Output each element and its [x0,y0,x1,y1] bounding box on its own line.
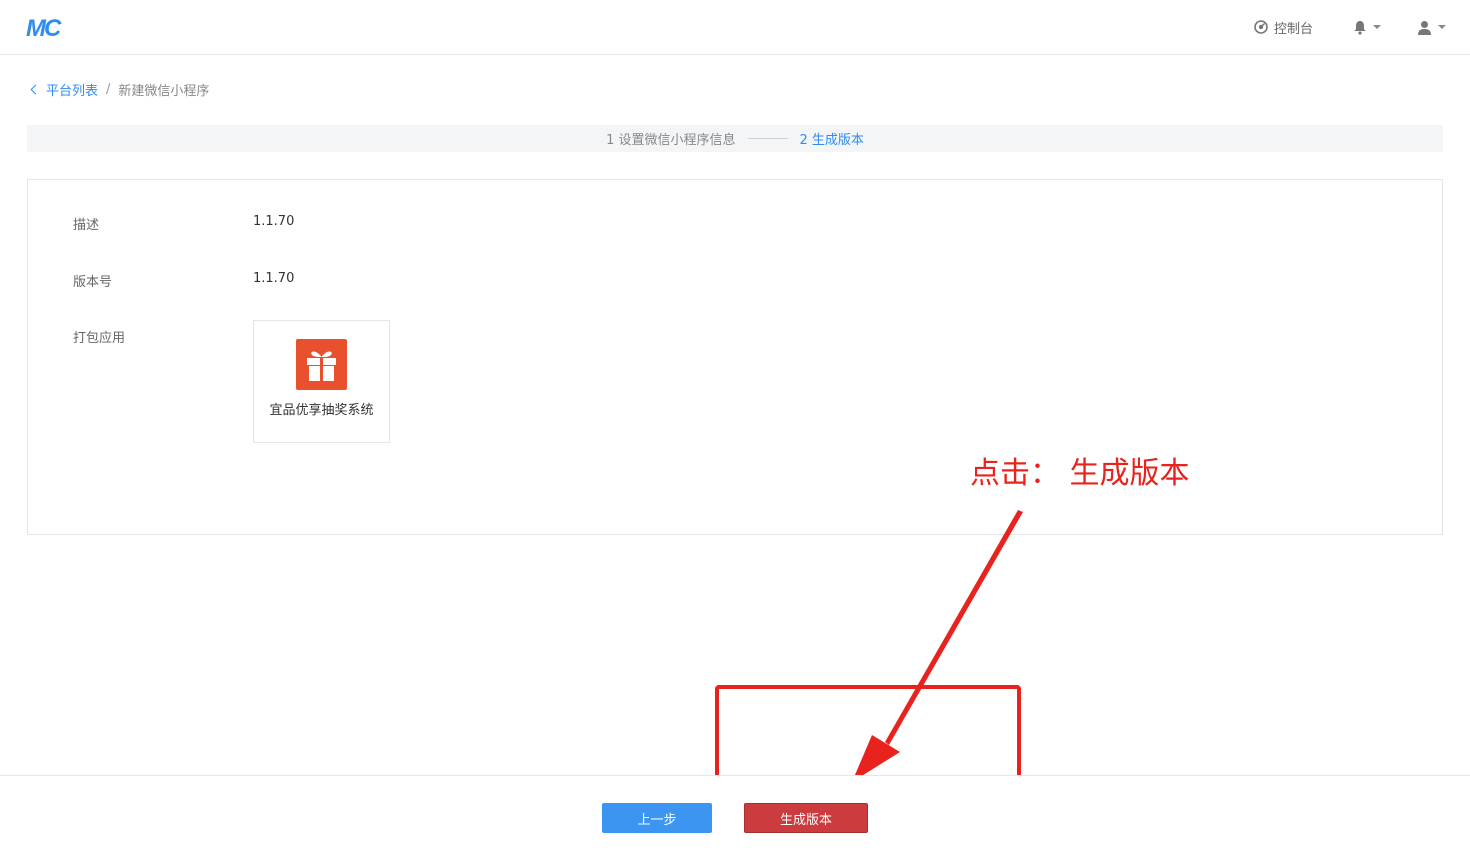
top-navigation-bar: MC 控制台 [0,0,1470,55]
breadcrumb-back-label: 平台列表 [46,84,99,99]
description-label: 描述 [73,218,100,233]
version-value: 1.1.70 [253,271,295,286]
step-2-active: 2 生成版本 [799,133,864,148]
user-icon [1418,20,1431,35]
chevron-down-icon [1438,25,1446,29]
version-info-panel: 描述 1.1.70 版本号 1.1.70 打包应用 宜品优享抽奖系统 [27,179,1443,535]
description-value: 1.1.70 [253,214,295,229]
annotation-arrow-icon [852,510,1023,782]
app-card[interactable]: 宜品优享抽奖系统 [253,320,390,443]
user-menu[interactable] [1417,20,1446,35]
console-link[interactable]: 控制台 [1254,18,1313,37]
top-right-actions: 控制台 [1254,0,1446,54]
dashboard-icon [1254,20,1268,34]
chevron-left-icon [30,84,41,95]
app-name: 宜品优享抽奖系统 [269,403,374,418]
previous-step-button[interactable]: 上一步 [602,803,712,833]
breadcrumb-back-link[interactable]: 平台列表 [30,80,98,99]
notification-menu[interactable] [1353,20,1381,35]
console-label: 控制台 [1273,21,1313,37]
generate-version-button[interactable]: 生成版本 [744,803,868,833]
version-label: 版本号 [73,275,113,290]
breadcrumb-separator: / [106,82,111,97]
breadcrumb: 平台列表 / 新建微信小程序 [30,80,209,99]
chevron-down-icon [1373,25,1381,29]
step-1: 1 设置微信小程序信息 [606,133,736,148]
gift-icon [296,339,347,390]
footer-action-bar: 上一步 生成版本 [0,775,1470,861]
step-indicator: 1 设置微信小程序信息 2 生成版本 [27,125,1443,152]
annotation-instruction: 点击： 生成版本 [970,456,1190,491]
breadcrumb-current: 新建微信小程序 [118,84,210,99]
package-app-label: 打包应用 [73,331,126,346]
bell-icon [1354,20,1366,35]
brand-logo[interactable]: MC [26,16,61,42]
step-connector [747,138,788,139]
